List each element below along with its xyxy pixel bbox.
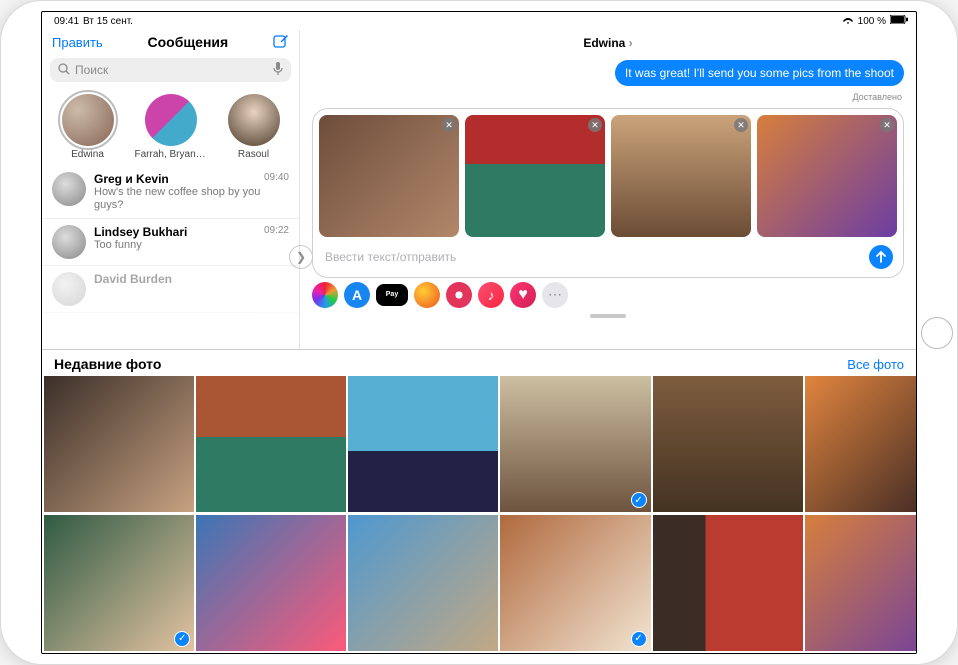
home-button[interactable] [921,317,953,349]
search-input[interactable]: Поиск [50,58,291,82]
photo-thumb[interactable] [805,515,917,651]
photo-thumb[interactable] [500,376,650,512]
conversation-row[interactable]: Lindsey Bukhari 09:22 Too funny [42,219,299,266]
search-icon [58,63,70,78]
sidebar-title: Сообщения [103,34,273,50]
conv-snippet: How's the new coffee shop by you guys? [94,186,289,212]
selected-check-icon [631,631,647,647]
photo-thumb[interactable] [44,515,194,651]
avatar [52,172,86,206]
remove-attachment-icon[interactable]: ✕ [734,118,748,132]
app-store-icon[interactable]: A [344,282,370,308]
photo-thumb[interactable] [348,515,498,651]
battery-icon [890,15,908,27]
sent-message-bubble[interactable]: It was great! I'll send you some pics fr… [615,60,904,86]
attachment-thumb[interactable]: ✕ [757,115,897,237]
find-icon[interactable] [446,282,472,308]
photo-thumb[interactable] [44,376,194,512]
music-icon[interactable]: ♪ [478,282,504,308]
selected-check-icon [174,631,190,647]
dictation-icon[interactable] [273,62,283,79]
photo-thumb[interactable] [653,515,803,651]
pinned-edwina[interactable]: Edwina [52,94,124,160]
photo-picker-drawer: Недавние фото Все фото So cool! [42,350,916,653]
photo-thumb[interactable] [196,376,346,512]
message-composer: ✕ ✕ ✕ ✕ ❯ Ввести текст/отправить [312,108,904,278]
all-photos-button[interactable]: Все фото [847,357,904,372]
digital-touch-icon[interactable]: ♥ [510,282,536,308]
photo-thumb[interactable] [196,515,346,651]
conv-snippet: Too funny [94,239,289,252]
search-placeholder: Поиск [75,63,108,77]
remove-attachment-icon[interactable]: ✕ [588,118,602,132]
conversation-row[interactable]: Greg и Kevin 09:40 How's the new coffee … [42,166,299,219]
expand-apps-icon[interactable]: ❯ [289,245,313,269]
battery-text: 100 % [858,16,886,27]
pinned-row: Edwina Farrah, Bryan и… Rasoul [42,86,299,166]
attachment-thumb[interactable]: ✕ [319,115,459,237]
memoji-icon[interactable] [414,282,440,308]
pinned-rasoul[interactable]: Rasoul [218,94,290,160]
photo-thumb[interactable] [500,515,650,651]
chevron-right-icon: › [625,36,632,50]
compose-icon[interactable] [273,34,289,50]
avatar [62,94,114,146]
contact-name: Edwina [583,36,625,50]
attachment-thumb[interactable]: ✕ [465,115,605,237]
messages-sidebar: Править Сообщения Поиск [42,30,300,349]
avatar [145,94,197,146]
selected-check-icon [631,492,647,508]
avatar [228,94,280,146]
pinned-group[interactable]: Farrah, Bryan и… [135,94,207,160]
conv-name: Lindsey Bukhari [94,225,264,239]
wifi-icon [842,15,854,28]
remove-attachment-icon[interactable]: ✕ [442,118,456,132]
avatar [52,272,86,306]
conversation-row[interactable]: David Burden [42,266,299,313]
send-button[interactable] [869,245,893,269]
conv-time: 09:22 [264,225,289,239]
edit-button[interactable]: Править [52,35,103,50]
drawer-grab-handle[interactable] [590,314,626,318]
apple-pay-icon[interactable]: Pay [376,284,408,306]
conv-name: Greg и Kevin [94,172,264,186]
avatar [52,225,86,259]
conv-name: David Burden [94,272,289,286]
drawer-title: Недавние фото [54,356,161,372]
photo-thumb[interactable] [653,376,803,512]
photo-thumb[interactable] [348,376,498,512]
status-date: Вт 15 сент. [83,16,133,27]
conversation-pane: Edwina › It was great! I'll send you som… [300,30,916,349]
imessage-apps-rail: A Pay ♪ ♥ ⋯ [300,278,916,314]
photos-app-icon[interactable] [312,282,338,308]
attachment-thumb[interactable]: ✕ [611,115,751,237]
remove-attachment-icon[interactable]: ✕ [880,118,894,132]
more-apps-icon[interactable]: ⋯ [542,282,568,308]
message-input[interactable]: Ввести текст/отправить [325,250,861,264]
delivery-receipt: Доставлено [300,92,916,102]
conversation-title[interactable]: Edwina › [300,30,916,56]
conv-time: 09:40 [264,172,289,186]
status-bar: 09:41 Вт 15 сент. 100 % [42,12,916,30]
photo-thumb[interactable] [805,376,917,512]
status-time: 09:41 [54,16,79,27]
